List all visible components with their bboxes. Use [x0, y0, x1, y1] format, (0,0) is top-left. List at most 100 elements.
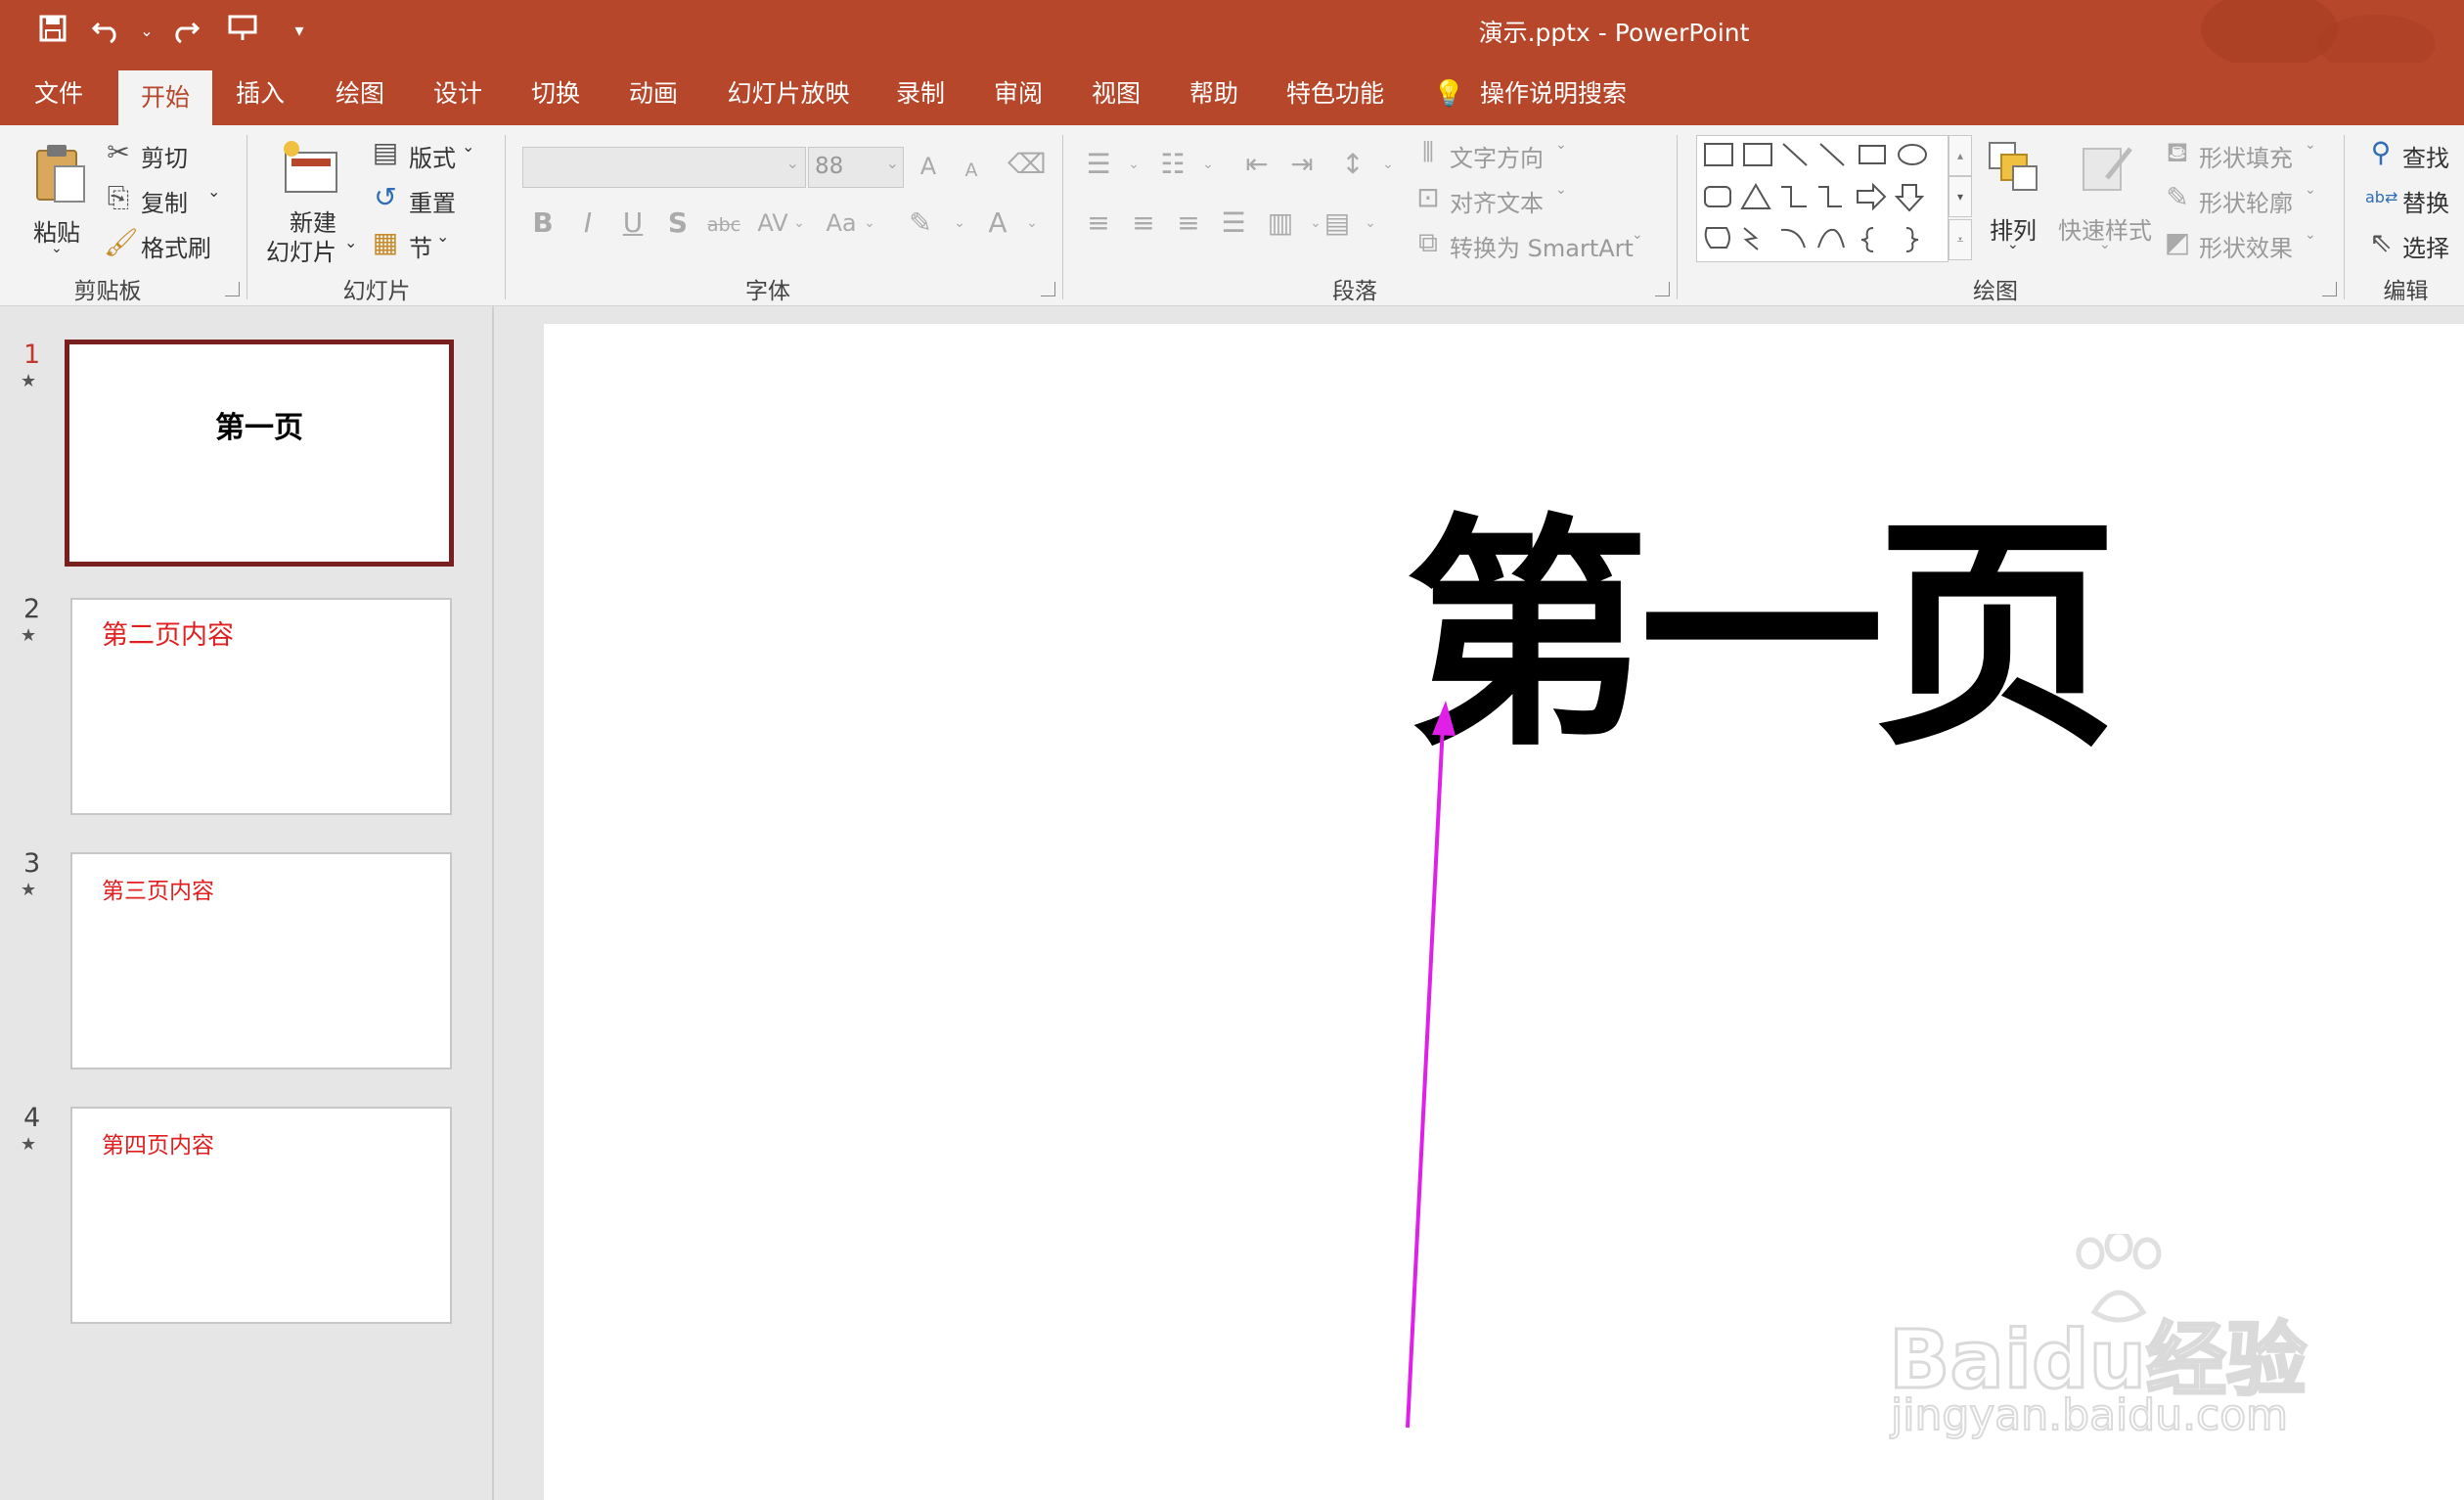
undo-icon[interactable]	[90, 14, 125, 49]
font-size-combobox[interactable]: 88 ⌄	[808, 147, 904, 188]
change-case-button[interactable]: Aa	[822, 207, 861, 239]
font-name-combobox[interactable]: ⌄	[522, 147, 806, 188]
font-name-dropdown-icon: ⌄	[785, 154, 799, 172]
current-slide-canvas[interactable]: 第一页 Baidu经验 jingyan.baidu.com	[544, 324, 2464, 1500]
highlight-icon[interactable]: ✎	[904, 207, 937, 239]
ribbon-separator	[2344, 135, 2345, 299]
shape-effects-icon: ◩	[2164, 226, 2191, 258]
line-spacing-icon[interactable]: ↕	[1336, 149, 1369, 180]
slide-number: 1	[23, 340, 41, 370]
clear-formatting-icon[interactable]: ⌫	[1008, 149, 1047, 180]
highlight-dropdown-icon[interactable]: ⌄	[951, 207, 968, 239]
layout-button[interactable]: ▤ 版式 ⌄	[370, 136, 487, 173]
clipboard-dialog-launcher[interactable]	[225, 282, 240, 296]
text-direction-button[interactable]: ⫴ 文字方向 ⌄	[1412, 137, 1589, 173]
replace-button[interactable]: ab⇄ 替换	[2365, 182, 2464, 217]
tab-view[interactable]: 视图	[1081, 63, 1151, 125]
character-spacing-dropdown-icon[interactable]: ⌄	[790, 207, 808, 239]
font-dialog-launcher[interactable]	[1041, 282, 1055, 296]
tab-design[interactable]: 设计	[423, 63, 493, 125]
slide-thumbnail-2[interactable]: 第二页内容	[70, 598, 452, 815]
character-spacing-button[interactable]: AV	[753, 207, 792, 239]
quick-styles-button[interactable]: 快速样式 ⌄	[2054, 135, 2162, 272]
tab-animations[interactable]: 动画	[618, 63, 689, 125]
decrease-font-size-icon[interactable]: A	[959, 155, 984, 186]
tab-help[interactable]: 帮助	[1179, 63, 1249, 125]
shapes-gallery[interactable]	[1696, 135, 1949, 262]
tab-file[interactable]: 文件	[23, 63, 94, 125]
find-label: 查找	[2402, 145, 2449, 172]
tab-home[interactable]: 开始	[118, 70, 212, 125]
tab-insert[interactable]: 插入	[225, 63, 295, 125]
save-icon[interactable]	[35, 14, 70, 49]
select-button[interactable]: ⇖ 选择	[2365, 227, 2464, 263]
font-color-button[interactable]: A	[982, 207, 1013, 239]
increase-font-size-icon[interactable]: A	[914, 151, 943, 182]
reset-button[interactable]: ↺ 重置	[370, 182, 487, 218]
bullets-dropdown-icon[interactable]: ⌄	[1125, 149, 1142, 180]
tab-draw[interactable]: 绘图	[325, 63, 395, 125]
bold-button[interactable]: B	[526, 207, 560, 239]
font-color-dropdown-icon[interactable]: ⌄	[1023, 207, 1041, 239]
ribbon-separator	[1062, 135, 1063, 299]
align-right-icon[interactable]: ≡	[1172, 207, 1205, 239]
group-label-slides: 幻灯片	[342, 279, 411, 304]
justify-icon[interactable]: ☰	[1217, 207, 1250, 239]
convert-smartart-button[interactable]: ⧉ 转换为 SmartArt ⌄	[1412, 227, 1657, 263]
slide-thumbnail-3[interactable]: 第三页内容	[70, 852, 452, 1069]
shape-fill-label: 形状填充	[2199, 145, 2293, 172]
columns-icon[interactable]: ▥	[1264, 207, 1297, 239]
slide-thumbnail-1[interactable]: 第一页	[65, 340, 454, 567]
shape-effects-button[interactable]: ◩ 形状效果 ⌄	[2162, 226, 2318, 263]
layout-icon: ▤	[372, 136, 399, 168]
increase-indent-icon[interactable]: ⇥	[1285, 149, 1319, 180]
title-bar: ⌄ ▾ 演示.pptx - PowerPoint	[0, 0, 2464, 73]
customize-qat-icon[interactable]: ▾	[282, 14, 317, 49]
tab-special[interactable]: 特色功能	[1277, 63, 1394, 125]
strikethrough-button[interactable]: abc	[704, 209, 743, 241]
paragraph-dialog-launcher[interactable]	[1655, 282, 1670, 296]
numbering-dropdown-icon[interactable]: ⌄	[1199, 149, 1217, 180]
align-center-icon[interactable]: ≡	[1127, 207, 1160, 239]
underline-button[interactable]: U	[616, 207, 650, 239]
find-button[interactable]: ⚲ 查找	[2365, 136, 2464, 173]
tab-transitions[interactable]: 切换	[520, 63, 591, 125]
italic-button[interactable]: I	[571, 207, 605, 239]
bullets-icon[interactable]: ☰	[1082, 149, 1115, 180]
paste-button[interactable]: 粘贴 ⌄	[25, 135, 88, 262]
text-box-options-dropdown-icon[interactable]: ⌄	[1362, 207, 1379, 239]
shape-fill-button[interactable]: ⛾ 形状填充 ⌄	[2162, 137, 2318, 173]
shapes-gallery-scroll-down[interactable]: ▾	[1949, 176, 1972, 217]
redo-icon[interactable]	[166, 14, 202, 49]
numbering-icon[interactable]: ☷	[1156, 149, 1189, 180]
slide-thumbnail-4[interactable]: 第四页内容	[70, 1107, 452, 1324]
copy-button[interactable]: ⎘ 复制 ⌄	[104, 181, 231, 218]
arrange-button[interactable]: 排列 ⌄	[1980, 135, 2046, 272]
cut-button[interactable]: ✂ 剪切	[104, 137, 211, 173]
section-button[interactable]: ▦ 节 ⌄	[370, 227, 487, 263]
new-slide-button[interactable]: 新建 幻灯片 ⌄	[264, 135, 362, 272]
tab-slideshow[interactable]: 幻灯片放映	[720, 63, 857, 125]
layout-label: 版式	[409, 145, 456, 172]
decrease-indent-icon[interactable]: ⇤	[1240, 149, 1274, 180]
undo-dropdown-icon[interactable]: ⌄	[129, 14, 164, 49]
align-text-button[interactable]: ⊡ 对齐文本 ⌄	[1412, 182, 1589, 218]
search-icon: ⚲	[2370, 136, 2392, 168]
line-spacing-dropdown-icon[interactable]: ⌄	[1379, 149, 1397, 180]
tell-me-search[interactable]: 💡 操作说明搜索	[1433, 63, 1627, 125]
text-box-options-icon[interactable]: ▤	[1321, 207, 1354, 239]
present-from-start-icon[interactable]	[225, 14, 260, 49]
align-left-icon[interactable]: ≡	[1082, 207, 1115, 239]
shadow-button[interactable]: S	[661, 207, 694, 239]
ribbon-separator	[246, 135, 247, 299]
tab-review[interactable]: 审阅	[983, 63, 1053, 125]
change-case-dropdown-icon[interactable]: ⌄	[861, 207, 878, 239]
drawing-dialog-launcher[interactable]	[2322, 282, 2337, 296]
shapes-gallery-scroll-up[interactable]: ▴	[1949, 135, 1972, 176]
shapes-gallery-more[interactable]: ⩡	[1949, 219, 1972, 260]
cut-label: 剪切	[141, 145, 188, 172]
copy-icon: ⎘	[107, 181, 130, 213]
shape-outline-button[interactable]: ✎ 形状轮廓 ⌄	[2162, 182, 2318, 218]
tab-record[interactable]: 录制	[885, 63, 956, 125]
format-painter-button[interactable]: 🖌 格式刷	[104, 227, 231, 263]
